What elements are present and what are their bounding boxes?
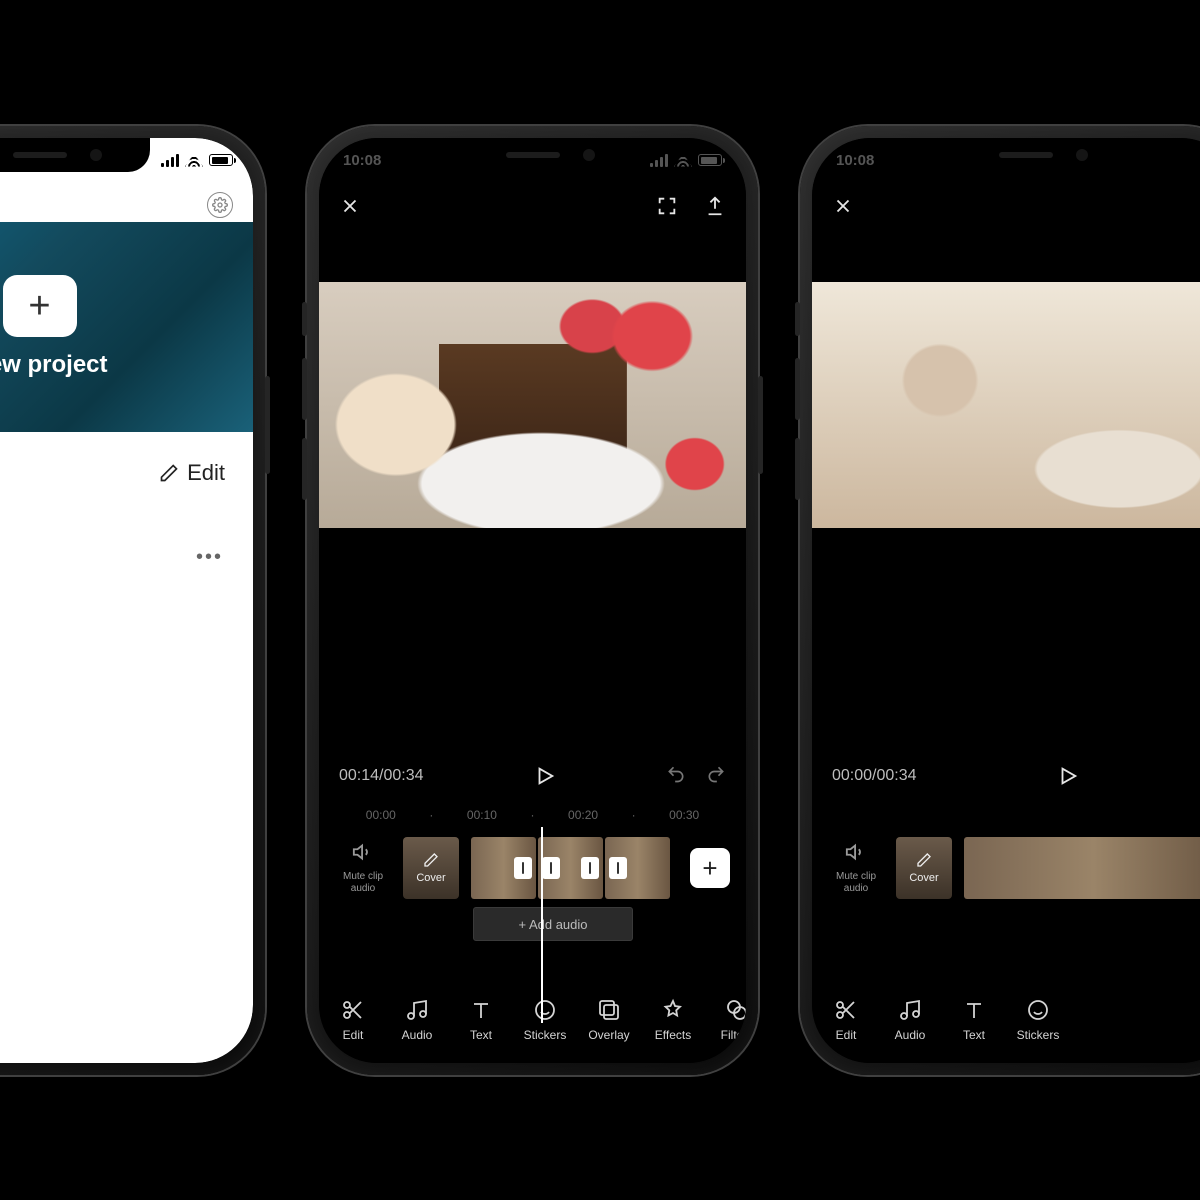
music-icon [898, 998, 922, 1022]
tool-text[interactable]: Text [453, 998, 509, 1042]
close-button[interactable] [832, 195, 854, 217]
edit-button[interactable]: Edit [0, 432, 253, 496]
redo-button[interactable] [706, 764, 726, 789]
fullscreen-button[interactable] [656, 195, 678, 217]
play-button[interactable] [534, 765, 556, 787]
play-button[interactable] [1057, 765, 1079, 787]
export-button[interactable] [704, 195, 726, 217]
edit-label: Edit [187, 460, 225, 486]
pencil-icon [159, 463, 179, 483]
clips-track[interactable] [964, 837, 1200, 899]
sticker-icon [533, 998, 557, 1022]
pencil-icon [423, 852, 439, 868]
status-time: 10:08 [836, 152, 874, 169]
undo-button[interactable] [666, 764, 686, 789]
overlay-icon [597, 998, 621, 1022]
filters-icon [725, 998, 746, 1022]
phone-editor-main: 10:08 [307, 126, 758, 1075]
wifi-icon [185, 154, 203, 167]
clip-2[interactable] [538, 837, 603, 899]
project-timestamp: 11.09 15:00 [0, 496, 253, 538]
clip-3[interactable] [605, 837, 670, 899]
text-icon [469, 998, 493, 1022]
playhead[interactable] [541, 827, 543, 1023]
music-icon [405, 998, 429, 1022]
cover-button[interactable]: Cover [403, 837, 459, 899]
battery-icon [698, 154, 722, 166]
tool-overlay[interactable]: Overlay [581, 998, 637, 1042]
mute-clip-button[interactable]: Mute clip audio [828, 841, 884, 895]
status-indicators [650, 154, 722, 167]
scissors-icon [834, 998, 858, 1022]
tool-stickers[interactable]: Stickers [1010, 998, 1066, 1042]
clips-track[interactable] [471, 837, 670, 899]
video-preview[interactable] [319, 282, 746, 528]
timecode: 00:00/00:34 [832, 767, 917, 785]
tool-audio[interactable]: Audio [882, 998, 938, 1042]
sticker-icon [1026, 998, 1050, 1022]
tool-audio[interactable]: Audio [389, 998, 445, 1042]
new-project-label: New project [0, 351, 108, 379]
text-icon [962, 998, 986, 1022]
timecode: 00:14/00:34 [339, 767, 424, 785]
time-ruler [812, 803, 1200, 827]
cover-button[interactable]: Cover [896, 837, 952, 899]
video-preview[interactable] [812, 282, 1200, 528]
settings-button[interactable] [207, 192, 233, 218]
timeline[interactable]: Mute clip audio Cover [812, 827, 1200, 977]
phone-home: + New project Edit 11.09 15:00 ••• [0, 126, 265, 1075]
status-indicators [161, 154, 233, 167]
status-time: 10:08 [343, 152, 381, 169]
tool-effects[interactable]: Effects [645, 998, 701, 1042]
battery-icon [209, 154, 233, 166]
scissors-icon [341, 998, 365, 1022]
tool-edit[interactable]: Edit [818, 998, 874, 1042]
timeline[interactable]: Mute clip audio Cover + [319, 827, 746, 977]
add-audio-button[interactable]: + Add audio [473, 907, 633, 941]
tool-edit[interactable]: Edit [325, 998, 381, 1042]
bottom-toolbar: Edit Audio Text Stickers [319, 977, 746, 1063]
time-ruler: 00:00· 00:10· 00:20· 00:30 [319, 803, 746, 827]
clip-1[interactable] [471, 837, 536, 899]
speaker-icon [845, 841, 867, 863]
mute-clip-button[interactable]: Mute clip audio [335, 841, 391, 895]
effects-icon [661, 998, 685, 1022]
new-project-card[interactable]: + New project [0, 222, 253, 432]
tool-text[interactable]: Text [946, 998, 1002, 1042]
clip-1[interactable] [964, 837, 1200, 899]
bottom-toolbar: Edit Audio Text Stickers [812, 977, 1200, 1063]
tool-stickers[interactable]: Stickers [517, 998, 573, 1042]
phone-editor-secondary: 10:08 00:00/00:34 [800, 126, 1200, 1075]
add-clip-button[interactable]: + [690, 848, 730, 888]
wifi-icon [674, 154, 692, 167]
plus-icon: + [3, 275, 77, 337]
speaker-icon [352, 841, 374, 863]
tool-filters[interactable]: Filters [709, 998, 746, 1042]
close-button[interactable] [339, 195, 361, 217]
project-more-button[interactable]: ••• [196, 546, 223, 569]
pencil-icon [916, 852, 932, 868]
